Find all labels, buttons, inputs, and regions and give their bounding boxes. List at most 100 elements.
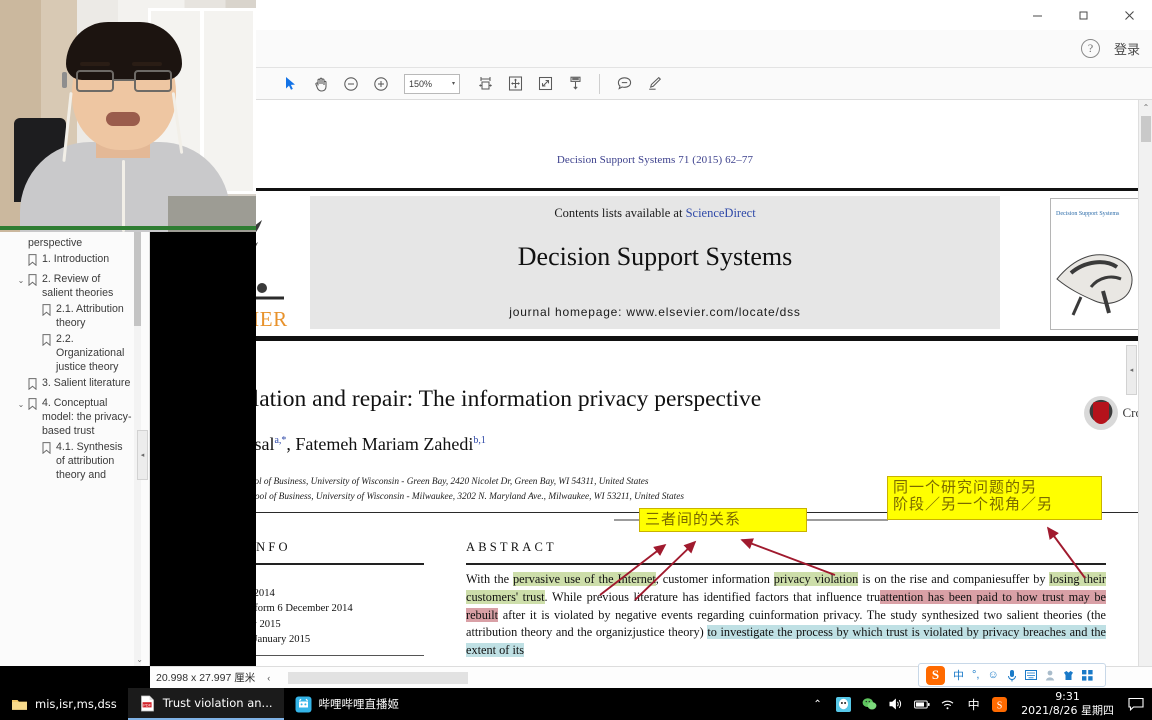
page-size-label: 20.998 x 27.997 厘米 [156,672,256,684]
bookmark-item[interactable]: 2.2. Organizational justice theory [0,332,136,376]
ime-skin-icon[interactable] [1063,670,1074,681]
zoom-out-icon[interactable] [338,71,364,97]
chevron-down-icon: ▾ [451,81,455,87]
bookmark-icon [42,303,56,321]
bookmarks-panel[interactable]: perspective 1. Introduction ⌄ 2. Review of … [0,232,150,666]
bookmark-label: 1. Introduction [42,252,110,265]
webcam-glasses-bridge [114,79,134,81]
bookmark-label: perspective [28,237,83,249]
select-tool-icon[interactable] [278,71,304,97]
highlight-icon[interactable] [641,71,667,97]
notification-icon[interactable] [1127,696,1144,713]
ime-menu-icon[interactable] [1081,669,1093,681]
bookmark-item[interactable]: 2.1. Attribution theory [0,302,136,332]
viewer-scrollbar-thumb[interactable] [1141,116,1151,142]
article-info-rule-bottom [256,655,424,657]
running-head: Decision Support Systems 71 (2015) 62–77 [556,154,754,166]
sciencedirect-link[interactable]: ScienceDirect [686,206,756,220]
system-tray: ⌃ 中 S 9:31 2021/8/26 星期四 [809,690,1152,718]
horizontal-scrollbar[interactable] [288,671,469,684]
status-caret-icon[interactable]: ‹ [267,673,270,683]
sogou-logo-icon[interactable]: S [926,665,945,685]
ime-punctuation-icon[interactable]: °, [972,669,979,681]
bookmark-label: 2. Review of salient theories [42,272,114,299]
ime-toolbar[interactable]: S 中 °, ☺ [918,663,1106,687]
cover-caption: Decision Support Systems [1056,211,1120,217]
history-item: Received in revised form 6 December 2014 [256,603,353,615]
tray-chevron-up-icon[interactable]: ⌃ [809,696,826,713]
ime-user-icon[interactable] [1045,670,1055,681]
bookmark-item[interactable]: ⌄ 2. Review of salient theories [0,272,136,302]
panel-collapse-button[interactable]: ◂ [1126,345,1137,395]
bookmark-label: 4.1. Synthesis of attribution theory and [56,440,123,481]
scroll-up-arrow-icon[interactable]: ⌃ [1139,100,1152,114]
contents-line: Contents lists available at ScienceDirec… [310,206,1000,221]
bookmark-icon [42,441,56,459]
maximize-button[interactable] [1060,0,1106,30]
bookmarks-collapse-button[interactable]: ◂ [137,430,148,480]
viewer-scrollbar[interactable]: ⌃ [1138,100,1152,666]
bookmark-label: 2.1. Attribution theory [56,302,124,329]
history-label: Article history: [256,571,424,586]
abstract-highlight-green: privacy violation [773,571,859,586]
bookmarks-scroll-down-icon[interactable]: ⌄ [136,655,143,664]
bookmark-item[interactable]: 3. Salient literature [0,376,136,396]
help-icon[interactable]: ? [1080,39,1100,58]
zoom-level-select[interactable]: 150% ▾ [404,73,460,94]
bookmark-item[interactable]: perspective [0,236,136,252]
chevron-down-icon[interactable]: ⌄ [14,273,28,287]
comment-icon[interactable] [611,71,637,97]
webcam-green-divider [0,226,256,230]
webcam-glasses [76,70,172,92]
ime-emoji-icon[interactable]: ☺ [987,669,998,681]
sogou-tray-icon[interactable]: S [991,696,1008,713]
minimize-button[interactable] [1014,0,1060,30]
contents-prefix: Contents lists available at [554,206,686,220]
wechat-icon[interactable] [861,696,878,713]
taskbar-item-explorer[interactable]: mis,isr,ms,dss [0,688,128,720]
abstract-text-run: With the [466,571,513,586]
ime-mode-icon[interactable]: 中 [953,667,964,683]
hand-tool-icon[interactable] [308,71,334,97]
pdf-viewport[interactable]: Decision Support Systems 71 (2015) 62–77… [256,100,1152,666]
bookmark-icon [28,377,42,395]
ime-mode-indicator[interactable]: 中 [965,696,982,713]
fullscreen-icon[interactable] [532,71,558,97]
chinese-note-2: 同一个研究问题的另 阶段／另一个视角／另 [887,476,1102,520]
signin-bar: ? 登录 [256,30,1152,68]
clock-time: 9:31 [1055,690,1080,704]
battery-icon[interactable] [913,696,930,713]
abstract-heading: ABSTRACT [466,540,557,554]
bookmarks-scrollbar-thumb[interactable] [134,232,141,326]
fit-width-icon[interactable] [472,71,498,97]
close-button[interactable] [1106,0,1152,30]
bookmark-icon [14,237,28,238]
article-authors: Gaurav Bansala,*, Fatemeh Mariam Zahedib… [256,434,868,455]
ime-keyboard-icon[interactable] [1024,670,1037,680]
bookmark-item[interactable]: 1. Introduction [0,252,136,272]
bookmark-item[interactable]: ⌄ 4. Conceptual model: the privacy-based … [0,396,136,440]
header-rule-thick [256,336,1142,341]
bookmark-item[interactable]: 4.1. Synthesis of attribution theory and [0,440,136,484]
journal-homepage: journal homepage: www.elsevier.com/locat… [509,305,801,319]
scroll-mode-icon[interactable] [562,71,588,97]
ime-voice-icon[interactable] [1007,669,1017,682]
volume-icon[interactable] [887,696,904,713]
author-1-sup: a,* [274,435,287,446]
webcam-lens-right [134,70,172,92]
qq-icon[interactable] [835,696,852,713]
wifi-icon[interactable] [939,696,956,713]
abstract-rule [466,563,1106,565]
zoom-in-icon[interactable] [368,71,394,97]
webcam-overlay [0,0,256,232]
chevron-down-icon[interactable]: ⌄ [14,397,28,411]
taskbar-clock[interactable]: 9:31 2021/8/26 星期四 [1017,690,1118,718]
fit-page-icon[interactable] [502,71,528,97]
signin-button[interactable]: 登录 [1114,39,1140,58]
taskbar-item-acrobat[interactable]: PDF Trust violation an... [127,688,284,720]
taskbar-item-bilibili[interactable]: 哔哩哔哩直播姬 [284,688,411,720]
crossmark-badge[interactable]: Cro [1083,396,1142,430]
